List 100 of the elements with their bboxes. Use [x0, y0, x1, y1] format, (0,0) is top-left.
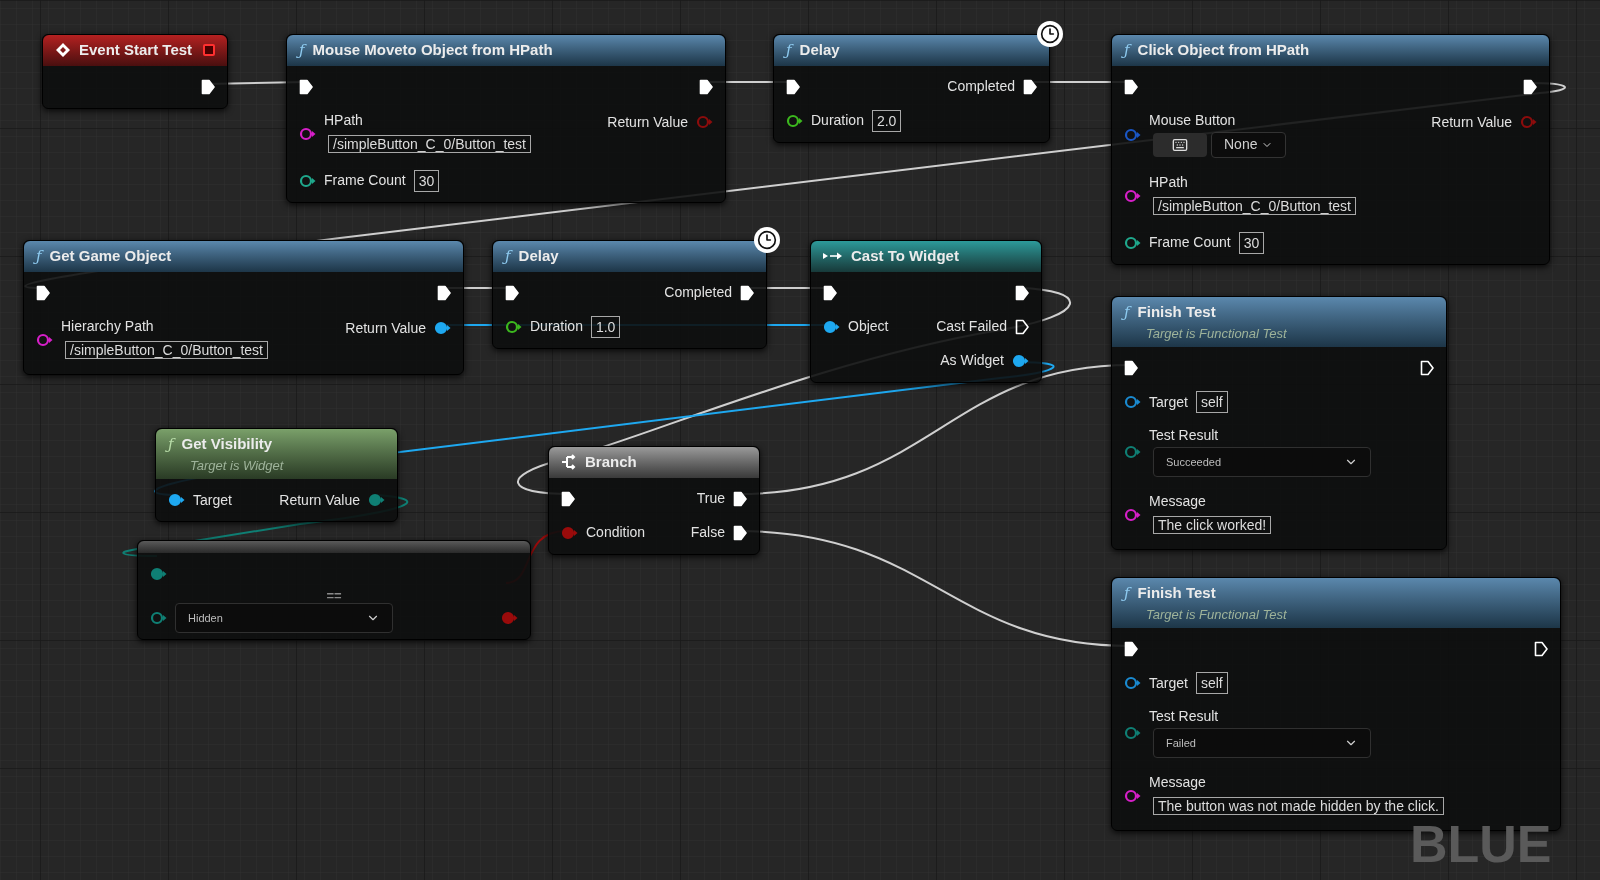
pin-label: Return Value — [279, 490, 360, 510]
graph-label: BLUE — [1410, 818, 1552, 870]
text-field[interactable]: 1.0 — [590, 315, 621, 338]
text-field[interactable]: /simpleButton_C_0/Button_test — [1153, 196, 1356, 215]
text-field[interactable]: 30 — [413, 169, 440, 192]
data-pin[interactable] — [1124, 445, 1141, 459]
exec-pin[interactable] — [1124, 360, 1138, 376]
text-field[interactable]: The click worked! — [1153, 516, 1272, 534]
pin-label: Cast Failed — [936, 317, 1007, 336]
data-pin[interactable] — [368, 493, 385, 507]
text-field[interactable]: The button was not made hidden by the click. — [1153, 797, 1444, 815]
data-pin[interactable] — [299, 173, 316, 188]
exec-pin[interactable] — [201, 78, 215, 95]
exec-pin[interactable] — [733, 490, 747, 507]
data-pin[interactable] — [168, 493, 185, 507]
pin-label: Target — [193, 490, 232, 510]
exec-pin[interactable] — [740, 284, 754, 301]
exec-pin[interactable] — [505, 284, 519, 301]
exec-pin[interactable] — [1534, 641, 1548, 657]
node-subtitle: Target is Functional Test — [1145, 605, 1288, 624]
dropdown[interactable]: None — [1211, 131, 1287, 158]
pin-label: HPath — [1149, 173, 1188, 191]
pin-label: Mouse Button — [1149, 111, 1236, 129]
exec-pin[interactable] — [1523, 78, 1537, 95]
pin-label: Return Value — [607, 112, 688, 132]
exec-pin[interactable] — [699, 78, 713, 95]
pin-label: Test Result — [1149, 427, 1219, 444]
dropdown[interactable]: Failed — [1153, 728, 1371, 758]
key-select-button[interactable] — [1153, 132, 1207, 157]
text-field[interactable]: self — [1195, 391, 1228, 413]
exec-pin[interactable] — [1124, 78, 1138, 95]
node-title: Cast To Widget — [851, 246, 959, 266]
data-pin[interactable] — [1124, 188, 1141, 203]
pin-label: Message — [1149, 774, 1206, 791]
pin-label: True — [696, 489, 725, 508]
exec-pin[interactable] — [1015, 318, 1029, 335]
node-title: Mouse Moveto Object from HPath — [312, 40, 553, 60]
pin-label: Condition — [586, 523, 646, 542]
dropdown[interactable]: Succeeded — [1153, 447, 1371, 477]
pin-label: Test Result — [1149, 708, 1219, 725]
node-title: Finish Test — [1137, 583, 1216, 603]
text-field[interactable]: /simpleButton_C_0/Button_test — [328, 134, 531, 153]
pin-label: Frame Count — [1149, 233, 1231, 252]
pin-label: Target — [1149, 673, 1188, 693]
pin-label: Hierarchy Path — [61, 317, 154, 335]
text-field[interactable]: self — [1195, 672, 1228, 694]
pin-label: Message — [1149, 493, 1206, 510]
exec-pin[interactable] — [786, 78, 800, 95]
exec-pin[interactable] — [1420, 360, 1434, 376]
exec-pin[interactable] — [823, 284, 837, 301]
node-title: Branch — [585, 452, 637, 472]
square-pin-icon — [203, 44, 215, 57]
data-pin[interactable] — [150, 567, 167, 581]
data-pin[interactable] — [505, 319, 522, 334]
cast-arrows-icon — [823, 251, 843, 262]
node-title: Finish Test — [1137, 302, 1216, 322]
exec-pin[interactable] — [561, 490, 575, 507]
pin-label: Duration — [530, 317, 583, 336]
dropdown[interactable]: Hidden — [175, 603, 393, 633]
data-pin[interactable] — [150, 611, 167, 625]
pin-label: False — [690, 523, 725, 542]
node-title: Delay — [799, 40, 840, 60]
exec-pin[interactable] — [1124, 641, 1138, 657]
data-pin[interactable] — [1012, 353, 1029, 368]
text-field[interactable]: 30 — [1238, 231, 1265, 254]
node-title: Click Object from HPath — [1137, 40, 1310, 60]
exec-pin[interactable] — [299, 78, 313, 95]
data-pin[interactable] — [1124, 395, 1141, 409]
pin-label: HPath — [324, 111, 363, 129]
pin-label: Duration — [811, 111, 864, 130]
data-pin[interactable] — [1124, 508, 1141, 522]
event-diamond-icon — [55, 42, 71, 59]
node-title: Event Start Test — [79, 40, 193, 60]
pin-label: Return Value — [345, 318, 426, 338]
text-field[interactable]: 2.0 — [871, 109, 902, 132]
data-pin[interactable] — [1124, 789, 1141, 803]
data-pin[interactable] — [786, 113, 803, 128]
node-title: Get Game Object — [49, 246, 172, 266]
exec-pin[interactable] — [36, 284, 50, 301]
data-pin[interactable] — [434, 321, 451, 335]
exec-pin[interactable] — [1015, 284, 1029, 301]
operator-label: == — [326, 591, 342, 601]
pin-label: Completed — [664, 283, 732, 302]
data-pin[interactable] — [1124, 726, 1141, 740]
branch-icon — [561, 454, 577, 471]
pin-label: Target — [1149, 392, 1188, 412]
data-pin[interactable] — [1124, 676, 1141, 690]
data-pin[interactable] — [299, 126, 316, 141]
data-pin[interactable] — [823, 319, 840, 334]
node-title: Get Visibility — [181, 434, 273, 454]
exec-pin[interactable] — [1023, 78, 1037, 95]
exec-pin[interactable] — [437, 284, 451, 301]
data-pin[interactable] — [1124, 235, 1141, 250]
pin-label: Return Value — [1431, 112, 1512, 132]
text-field[interactable]: /simpleButton_C_0/Button_test — [65, 340, 268, 359]
data-pin[interactable] — [36, 332, 53, 347]
exec-pin[interactable] — [733, 524, 747, 541]
node-subtitle: Target is Widget — [189, 456, 285, 475]
pin-label: As Widget — [940, 351, 1004, 370]
node-subtitle: Target is Functional Test — [1145, 324, 1288, 343]
